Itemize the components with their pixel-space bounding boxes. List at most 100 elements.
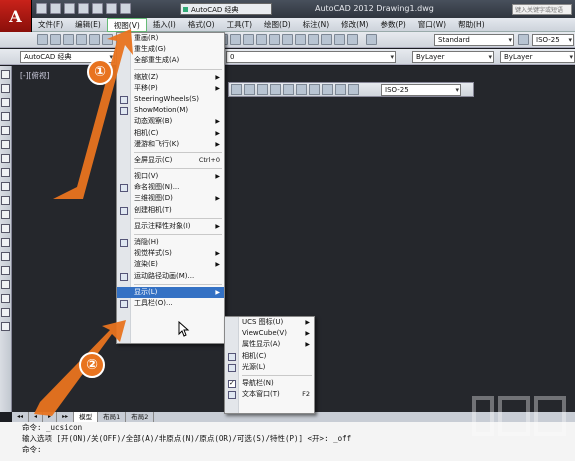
menu-item-label: 缩放(Z) xyxy=(134,72,159,81)
dim-diameter-icon[interactable] xyxy=(296,84,307,95)
saveas-icon[interactable] xyxy=(78,3,89,14)
menu-item[interactable]: 属性显示(A) ▶ xyxy=(225,339,314,350)
open-icon[interactable] xyxy=(50,3,61,14)
ellipse-icon[interactable] xyxy=(1,196,10,205)
menu-item[interactable]: 格式(O) xyxy=(182,18,221,32)
redo-icon[interactable] xyxy=(120,3,131,14)
menu-item[interactable]: 参数(P) xyxy=(374,18,411,32)
menu-item[interactable]: 窗口(W) xyxy=(412,18,452,32)
color-select[interactable]: ByLayer xyxy=(412,51,494,63)
zoom-previous-icon[interactable] xyxy=(256,34,267,45)
menu-item[interactable]: 渲染(E) ▶ xyxy=(117,259,224,270)
table-icon[interactable] xyxy=(1,308,10,317)
line-icon[interactable] xyxy=(1,70,10,79)
markup-icon[interactable] xyxy=(321,34,332,45)
menu-item[interactable]: 导航栏(N) xyxy=(225,378,314,389)
menu-item[interactable]: 文本窗口(T) F2 xyxy=(225,389,314,400)
sheet-set-icon[interactable] xyxy=(308,34,319,45)
quickcalc-icon[interactable] xyxy=(334,34,345,45)
menu-item-label: 属性显示(A) xyxy=(242,340,281,349)
rectangle-icon[interactable] xyxy=(1,126,10,135)
menu-separator xyxy=(134,151,222,153)
tab-scroll-button[interactable]: ◂◂ xyxy=(12,412,30,422)
dim-angular-icon[interactable] xyxy=(309,84,320,95)
menu-item-label: 漫游和飞行(K) xyxy=(134,139,180,148)
layer-select[interactable]: 0 xyxy=(226,51,396,63)
dim-style-select[interactable]: ISO-25 xyxy=(532,34,574,46)
hatch-icon[interactable] xyxy=(1,266,10,275)
menu-separator xyxy=(134,234,222,235)
dim-linear-icon[interactable] xyxy=(231,84,242,95)
dim-arc-icon[interactable] xyxy=(257,84,268,95)
linetype-select[interactable]: ByLayer xyxy=(500,51,575,63)
gradient-icon[interactable] xyxy=(1,280,10,289)
menu-item[interactable]: 插入(I) xyxy=(147,18,182,32)
dim-continue-icon[interactable] xyxy=(348,84,359,95)
print-icon[interactable] xyxy=(92,3,103,14)
menu-item[interactable]: 运动路径动画(M)... xyxy=(117,271,224,282)
help-icon[interactable] xyxy=(347,34,358,45)
menu-item[interactable]: 帮助(H) xyxy=(452,18,491,32)
menu-item[interactable]: 消隐(H) xyxy=(117,237,224,248)
insert-block-icon[interactable] xyxy=(1,224,10,233)
revision-cloud-icon[interactable] xyxy=(1,168,10,177)
submenu-arrow-icon: ▶ xyxy=(305,341,310,349)
design-center-icon[interactable] xyxy=(282,34,293,45)
menu-item[interactable]: 显示注释性对象(I) ▶ xyxy=(117,221,224,232)
dim-ordinate-icon[interactable] xyxy=(270,84,281,95)
menu-item[interactable]: 显示(L) ▶ xyxy=(117,286,224,298)
polyline-icon[interactable] xyxy=(1,98,10,107)
ellipse-arc-icon[interactable] xyxy=(1,210,10,219)
menu-item[interactable]: 修改(M) xyxy=(335,18,374,32)
quick-dim-icon[interactable] xyxy=(322,84,333,95)
zoom-window-icon[interactable] xyxy=(243,34,254,45)
dim-baseline-icon[interactable] xyxy=(335,84,346,95)
menu-item-label: 重画(R) xyxy=(134,34,159,42)
mtext-icon[interactable] xyxy=(1,322,10,331)
construction-line-icon[interactable] xyxy=(1,84,10,93)
menu-item-label: ViewCube(V) xyxy=(242,329,287,338)
undo-icon[interactable] xyxy=(106,3,117,14)
menu-item-label: 平移(P) xyxy=(134,83,158,92)
menu-item[interactable]: 工具(T) xyxy=(221,18,258,32)
menu-item-icon xyxy=(120,299,128,308)
menu-item[interactable]: 相机(C) xyxy=(225,351,314,362)
arc-icon[interactable] xyxy=(1,140,10,149)
application-menu-button[interactable]: A xyxy=(0,0,32,32)
menu-item[interactable]: 工具栏(O)... xyxy=(117,298,224,309)
menu-item[interactable]: 标注(N) xyxy=(297,18,335,32)
help-search-input[interactable]: 键入关键字或短语 xyxy=(512,4,572,15)
point-icon[interactable] xyxy=(1,252,10,261)
workspace-select[interactable]: AutoCAD 经典 xyxy=(180,3,272,15)
menu-item[interactable]: UCS 图标(U) ▶ xyxy=(225,317,314,328)
dim-radius-icon[interactable] xyxy=(283,84,294,95)
spline-icon[interactable] xyxy=(1,182,10,191)
text-style-select[interactable]: Standard xyxy=(434,34,514,46)
menu-item[interactable]: ViewCube(V) ▶ xyxy=(225,328,314,339)
title-bar: AutoCAD 经典 AutoCAD 2012 Drawing1.dwg 键入关… xyxy=(0,0,575,18)
menu-item-label: 显示注释性对象(I) xyxy=(134,221,191,230)
new-icon[interactable] xyxy=(36,3,47,14)
draw-toolbar xyxy=(0,66,12,412)
shortcut-label: Ctrl+0 xyxy=(198,155,220,164)
menu-item-icon xyxy=(228,363,236,372)
properties-icon[interactable] xyxy=(269,34,280,45)
tool-palettes-icon[interactable] xyxy=(295,34,306,45)
menu-item-label: 运动路径动画(M)... xyxy=(134,271,195,280)
region-icon[interactable] xyxy=(1,294,10,303)
layout-tab[interactable]: 布局2 xyxy=(126,412,155,422)
command-prompt[interactable]: 命令: xyxy=(0,444,575,455)
polygon-icon[interactable] xyxy=(1,112,10,121)
menu-item[interactable]: 创建相机(T) xyxy=(117,205,224,216)
make-block-icon[interactable] xyxy=(1,238,10,247)
menu-item[interactable]: 绘图(D) xyxy=(258,18,297,32)
save-icon[interactable] xyxy=(64,3,75,14)
menu-item[interactable]: 光源(L) xyxy=(225,362,314,373)
menu-item-label: 命名视图(N)... xyxy=(134,183,180,192)
submenu-arrow-icon: ▶ xyxy=(215,118,220,126)
zoom-realtime-icon[interactable] xyxy=(230,34,241,45)
float-dim-style-select[interactable]: ISO-25 xyxy=(381,84,461,96)
circle-icon[interactable] xyxy=(1,154,10,163)
dim-aligned-icon[interactable] xyxy=(244,84,255,95)
menu-item[interactable]: 视觉样式(S) ▶ xyxy=(117,248,224,259)
